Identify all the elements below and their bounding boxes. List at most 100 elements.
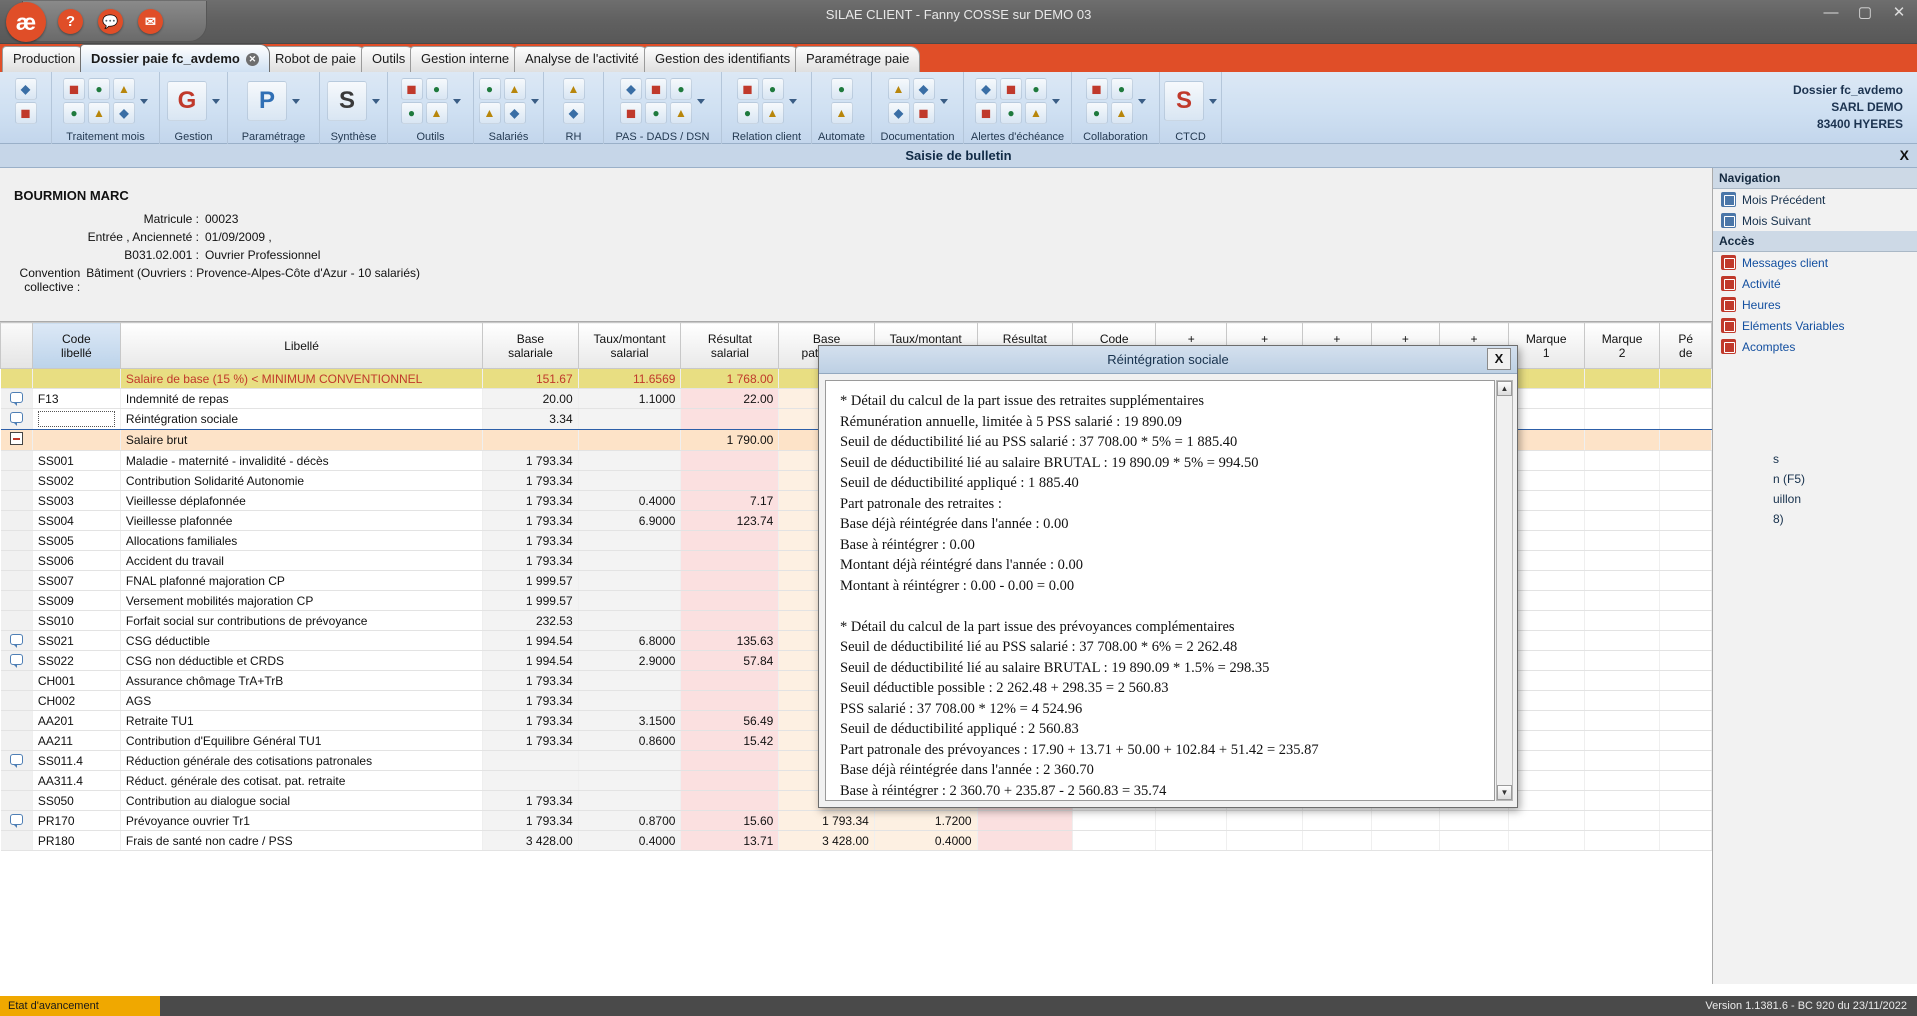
cell-code[interactable]: SS010 <box>32 610 121 631</box>
cell-periode[interactable] <box>1659 650 1712 671</box>
cell-libelle[interactable]: Indemnité de repas <box>120 388 484 409</box>
cell-base-salariale[interactable]: 232.53 <box>482 610 579 631</box>
cell-resultat-salarial[interactable] <box>680 470 780 491</box>
cell-marque2[interactable] <box>1584 510 1661 531</box>
cell-code[interactable]: SS011.4 <box>32 750 121 771</box>
cell-libelle[interactable]: Assurance chômage TrA+TrB <box>120 670 484 691</box>
row-gutter[interactable] <box>0 450 33 471</box>
ribbon-tool-icon[interactable]: ◆ <box>113 102 135 124</box>
ribbon-tool-icon[interactable]: ● <box>761 78 784 100</box>
row-gutter[interactable] <box>0 630 33 651</box>
access-item-messages-client[interactable]: Messages client <box>1713 252 1917 273</box>
row-gutter[interactable] <box>0 470 33 491</box>
cell-csg[interactable] <box>1155 830 1228 851</box>
cell-base-salariale[interactable]: 1 793.34 <box>482 730 579 751</box>
nav-partial-item[interactable]: s <box>1773 449 1917 469</box>
cell-base-salariale[interactable] <box>482 750 579 771</box>
ribbon-tool-icon[interactable]: ◆ <box>620 78 642 100</box>
row-gutter[interactable] <box>0 670 33 691</box>
tab-close-icon[interactable]: ✕ <box>245 53 259 67</box>
tab-production[interactable]: Production <box>2 46 87 72</box>
row-gutter[interactable] <box>0 790 33 811</box>
cell-resultat-salarial[interactable] <box>680 790 780 811</box>
cell-marque1[interactable] <box>1508 610 1585 631</box>
ribbon-tool-icon[interactable]: ● <box>736 102 759 124</box>
cell-libelle[interactable]: Allocations familiales <box>120 530 484 551</box>
chevron-down-icon[interactable] <box>697 98 705 104</box>
cell-resultat-salarial[interactable] <box>680 590 780 611</box>
ribbon-tool-icon[interactable]: ● <box>478 78 501 100</box>
cell-marque2[interactable] <box>1584 710 1661 731</box>
row-gutter[interactable] <box>0 650 33 671</box>
row-gutter[interactable] <box>0 570 33 591</box>
cell-code[interactable]: PR170 <box>32 810 121 831</box>
cell-taux-salarial[interactable] <box>578 790 682 811</box>
cell-taux-salarial[interactable] <box>578 590 682 611</box>
ribbon-tool-icon[interactable]: ▲ <box>503 78 526 100</box>
tab-analyse-de-l-activit[interactable]: Analyse de l'activité <box>514 46 650 72</box>
cell-marque1[interactable] <box>1508 730 1585 751</box>
ribbon-tool-icon[interactable]: ◆ <box>912 78 935 100</box>
cell-taux-salarial[interactable]: 11.6569 <box>578 368 682 389</box>
row-gutter[interactable] <box>0 770 33 791</box>
ribbon-tool-icon[interactable]: ◆ <box>887 102 910 124</box>
cell-libelle[interactable]: Contribution au dialogue social <box>120 790 484 811</box>
cell-marque2[interactable] <box>1584 470 1661 491</box>
cell-base-salariale[interactable]: 1 994.54 <box>482 650 579 671</box>
cell-marque1[interactable] <box>1508 650 1585 671</box>
cell-resultat-salarial[interactable] <box>680 530 780 551</box>
cell-rs[interactable] <box>1302 830 1372 851</box>
cell-marque2[interactable] <box>1584 690 1661 711</box>
cell-taux-salarial[interactable] <box>578 670 682 691</box>
ribbon-tool-icon[interactable]: ◆ <box>562 102 585 124</box>
cell-marque1[interactable] <box>1508 590 1585 611</box>
nav-item-mois-pr-c-dent[interactable]: Mois Précédent <box>1713 189 1917 210</box>
cell-marque2[interactable] <box>1584 429 1661 451</box>
cell-base-salariale[interactable]: 1 793.34 <box>482 450 579 471</box>
maximize-button[interactable]: ▢ <box>1857 4 1873 22</box>
cell-base-patronale[interactable]: 3 428.00 <box>778 830 875 851</box>
cell-taux-salarial[interactable] <box>578 770 682 791</box>
cell-marque2[interactable] <box>1584 650 1661 671</box>
cell-periode[interactable] <box>1659 730 1712 751</box>
cell-taux-salarial[interactable]: 3.1500 <box>578 710 682 731</box>
cell-periode[interactable] <box>1659 690 1712 711</box>
cell-taux-salarial[interactable]: 6.9000 <box>578 510 682 531</box>
ribbon-tool-icon[interactable]: ◼ <box>14 102 37 124</box>
cell-code[interactable]: AA311.4 <box>32 770 121 791</box>
ribbon-tool-icon[interactable]: ● <box>670 78 692 100</box>
ribbon-tool-icon[interactable]: ▲ <box>761 102 784 124</box>
cell-taux-salarial[interactable]: 2.9000 <box>578 650 682 671</box>
row-gutter[interactable] <box>0 388 33 409</box>
cell-rf[interactable] <box>1371 810 1441 831</box>
cell-resultat-salarial[interactable] <box>680 550 780 571</box>
ribbon-tool-icon[interactable]: ▲ <box>562 78 585 100</box>
cell-periode[interactable] <box>1659 368 1712 389</box>
cell-periode[interactable] <box>1659 590 1712 611</box>
cell-resultat-salarial[interactable] <box>680 770 780 791</box>
cell-marque2[interactable] <box>1584 388 1661 409</box>
cell-taux-salarial[interactable] <box>578 450 682 471</box>
cell-marque1[interactable] <box>1508 510 1585 531</box>
chevron-down-icon[interactable] <box>140 98 148 104</box>
row-gutter[interactable] <box>0 510 33 531</box>
cell-marque2[interactable] <box>1584 590 1661 611</box>
comment-bubble-icon[interactable] <box>9 653 23 668</box>
table-row[interactable]: PR180 Frais de santé non cadre / PSS 3 428… <box>0 830 1712 851</box>
chevron-down-icon[interactable] <box>212 98 220 104</box>
cell-base-salariale[interactable]: 1 793.34 <box>482 810 579 831</box>
cell-base-salariale[interactable]: 1 793.34 <box>482 670 579 691</box>
cell-taux-salarial[interactable] <box>578 470 682 491</box>
cell-code[interactable]: PR180 <box>32 830 121 851</box>
cell-periode[interactable] <box>1659 610 1712 631</box>
cell-marque2[interactable] <box>1584 450 1661 471</box>
cell-taux-salarial[interactable]: 6.8000 <box>578 630 682 651</box>
column-header-marque-2[interactable]: Marque 2 <box>1583 322 1661 369</box>
cell-marque1[interactable] <box>1508 670 1585 691</box>
cell-periode[interactable] <box>1659 408 1712 430</box>
help-icon[interactable]: ? <box>58 9 83 34</box>
cell-libelle[interactable]: Retraite TU1 <box>120 710 484 731</box>
ribbon-tool-icon[interactable]: ◼ <box>1000 78 1022 100</box>
ribbon-tool-icon[interactable]: ● <box>425 78 448 100</box>
cell-base-salariale[interactable]: 1 793.34 <box>482 790 579 811</box>
